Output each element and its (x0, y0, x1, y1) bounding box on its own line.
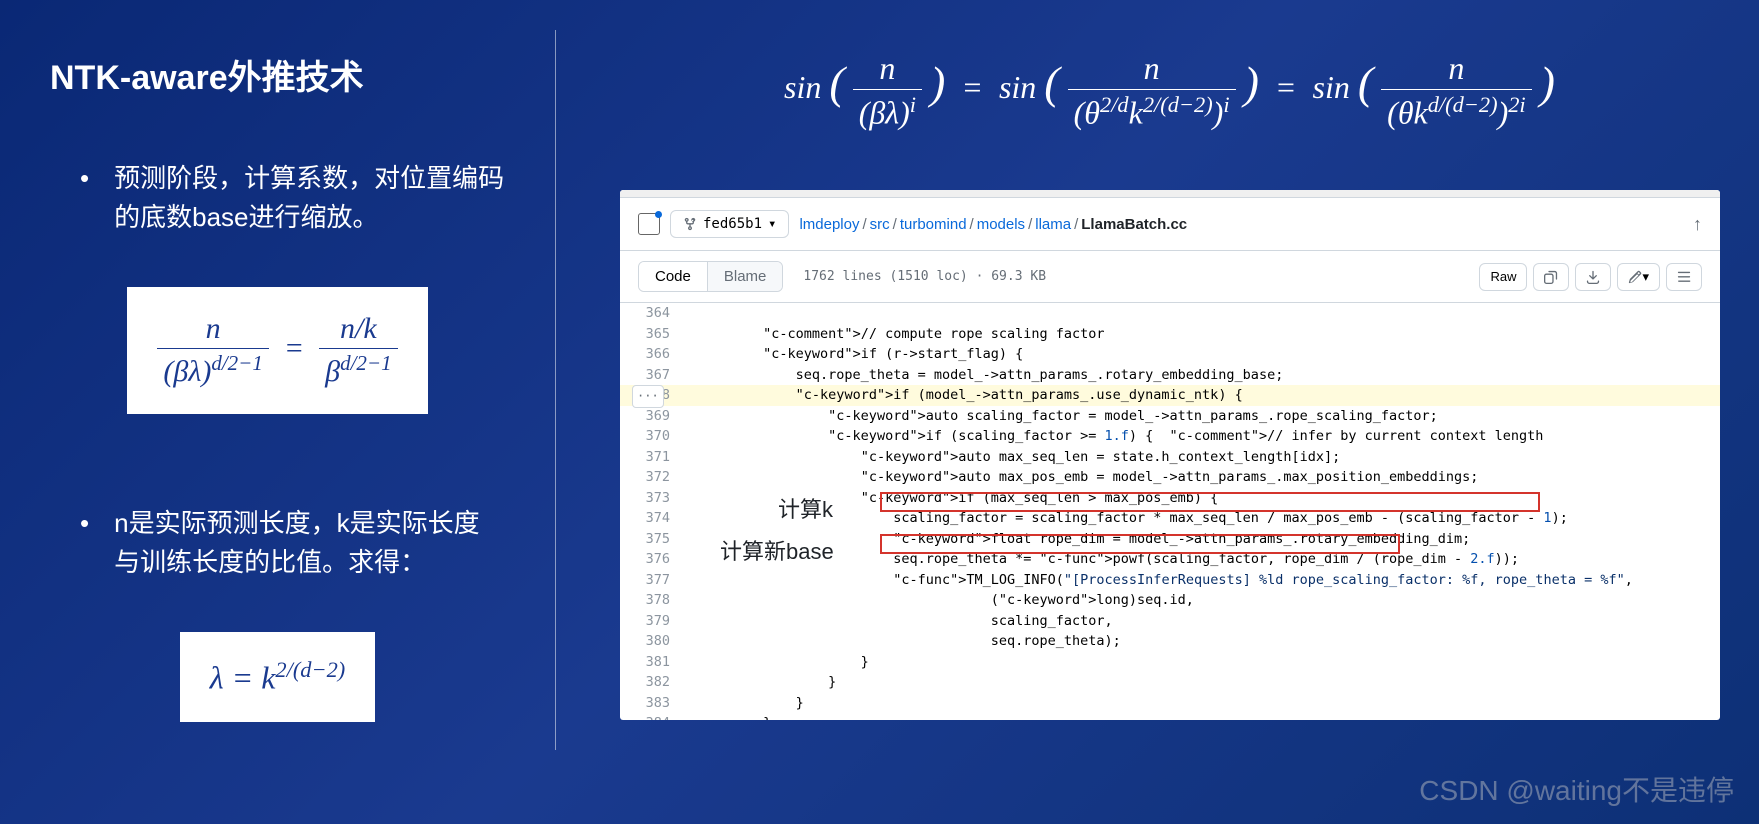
bullet-2-text: n是实际预测长度，k是实际长度与训练长度的比值。求得： (114, 504, 505, 582)
formula-1: n (βλ)d/2−1 = n/k βd/2−1 (127, 287, 427, 414)
code-line: 369 "c-keyword">auto scaling_factor = mo… (620, 406, 1720, 427)
code-line: 366 "c-keyword">if (r->start_flag) { (620, 344, 1720, 365)
files-changed-icon[interactable] (638, 213, 660, 235)
code-line: 367 seq.rope_theta = model_->attn_params… (620, 365, 1720, 386)
code-line: 368 "c-keyword">if (model_->attn_params_… (620, 385, 1720, 406)
view-tabs: Code Blame (638, 261, 783, 292)
bullet-dot-icon: • (80, 159, 89, 237)
code-line: 370 "c-keyword">if (scaling_factor >= 1.… (620, 426, 1720, 447)
tab-code[interactable]: Code (639, 262, 707, 291)
annotation-calc-base: 计算新base (720, 534, 834, 566)
crumb-4[interactable]: llama (1035, 216, 1071, 233)
edit-button[interactable]: ▾ (1617, 263, 1660, 291)
bullet-1-text: 预测阶段，计算系数，对位置编码的底数base进行缩放。 (114, 159, 505, 237)
code-line: 365 "c-comment">// compute rope scaling … (620, 324, 1720, 345)
watermark: CSDN @waiting不是违停 (1419, 769, 1734, 809)
code-line: 377 "c-func">TM_LOG_INFO("[ProcessInferR… (620, 570, 1720, 591)
download-button[interactable] (1575, 263, 1611, 291)
code-line: 371 "c-keyword">auto max_seq_len = state… (620, 447, 1720, 468)
copy-button[interactable] (1533, 263, 1569, 291)
chevron-down-icon: ▾ (768, 216, 776, 232)
crumb-3[interactable]: models (977, 216, 1025, 233)
crumb-file: LlamaBatch.cc (1081, 216, 1187, 233)
code-line: 381 } (620, 652, 1720, 673)
code-line: 379 scaling_factor, (620, 611, 1720, 632)
ellipsis-icon[interactable]: ··· (632, 385, 664, 408)
annotation-calc-k: 计算k (778, 492, 833, 524)
branch-name: fed65b1 (703, 216, 762, 232)
formula-2-wrapper: λ = k2/(d−2) (50, 632, 505, 812)
download-icon (1586, 270, 1600, 284)
left-panel: NTK-aware外推技术 • 预测阶段，计算系数，对位置编码的底数base进行… (0, 0, 555, 824)
crumb-1[interactable]: src (870, 216, 890, 233)
github-code-panel: fed65b1 ▾ lmdeploy/src/turbomind/models/… (620, 190, 1720, 720)
code-line: 364 (620, 303, 1720, 324)
up-icon[interactable]: ↑ (1693, 214, 1702, 235)
branch-selector[interactable]: fed65b1 ▾ (670, 210, 789, 238)
file-info: 1762 lines (1510 loc) · 69.3 KB (803, 269, 1046, 284)
bullet-dot-icon: • (80, 504, 89, 582)
pencil-icon (1628, 270, 1642, 284)
breadcrumb: lmdeploy/src/turbomind/models/llama/Llam… (799, 216, 1187, 233)
crumb-0[interactable]: lmdeploy (799, 216, 859, 233)
bullet-2: • n是实际预测长度，k是实际长度与训练长度的比值。求得： (50, 504, 505, 582)
branch-icon (683, 217, 697, 231)
code-line: 382 } (620, 672, 1720, 693)
tab-blame[interactable]: Blame (707, 262, 783, 291)
code-line: 380 seq.rope_theta); (620, 631, 1720, 652)
top-equation: sin ( n (βλ)i ) = sin ( n (θ2/dk2/(d−2))… (620, 50, 1719, 132)
code-line: 384 } (620, 713, 1720, 720)
vertical-divider (555, 30, 556, 750)
bullet-1: • 预测阶段，计算系数，对位置编码的底数base进行缩放。 (50, 159, 505, 237)
formula-2: λ = k2/(d−2) (180, 632, 376, 722)
bookmarks-bar (620, 190, 1720, 198)
more-button[interactable] (1666, 263, 1702, 291)
copy-icon (1544, 270, 1558, 284)
formula-1-wrapper: n (βλ)d/2−1 = n/k βd/2−1 (50, 287, 505, 504)
code-line: 372 "c-keyword">auto max_pos_emb = model… (620, 467, 1720, 488)
github-toolbar: Code Blame 1762 lines (1510 loc) · 69.3 … (620, 251, 1720, 303)
raw-button[interactable]: Raw (1479, 263, 1527, 291)
slide-title: NTK-aware外推技术 (50, 50, 505, 99)
code-line: 383 } (620, 693, 1720, 714)
crumb-2[interactable]: turbomind (900, 216, 967, 233)
github-header: fed65b1 ▾ lmdeploy/src/turbomind/models/… (620, 198, 1720, 251)
list-icon (1677, 270, 1691, 284)
code-line: 378 ("c-keyword">long)seq.id, (620, 590, 1720, 611)
